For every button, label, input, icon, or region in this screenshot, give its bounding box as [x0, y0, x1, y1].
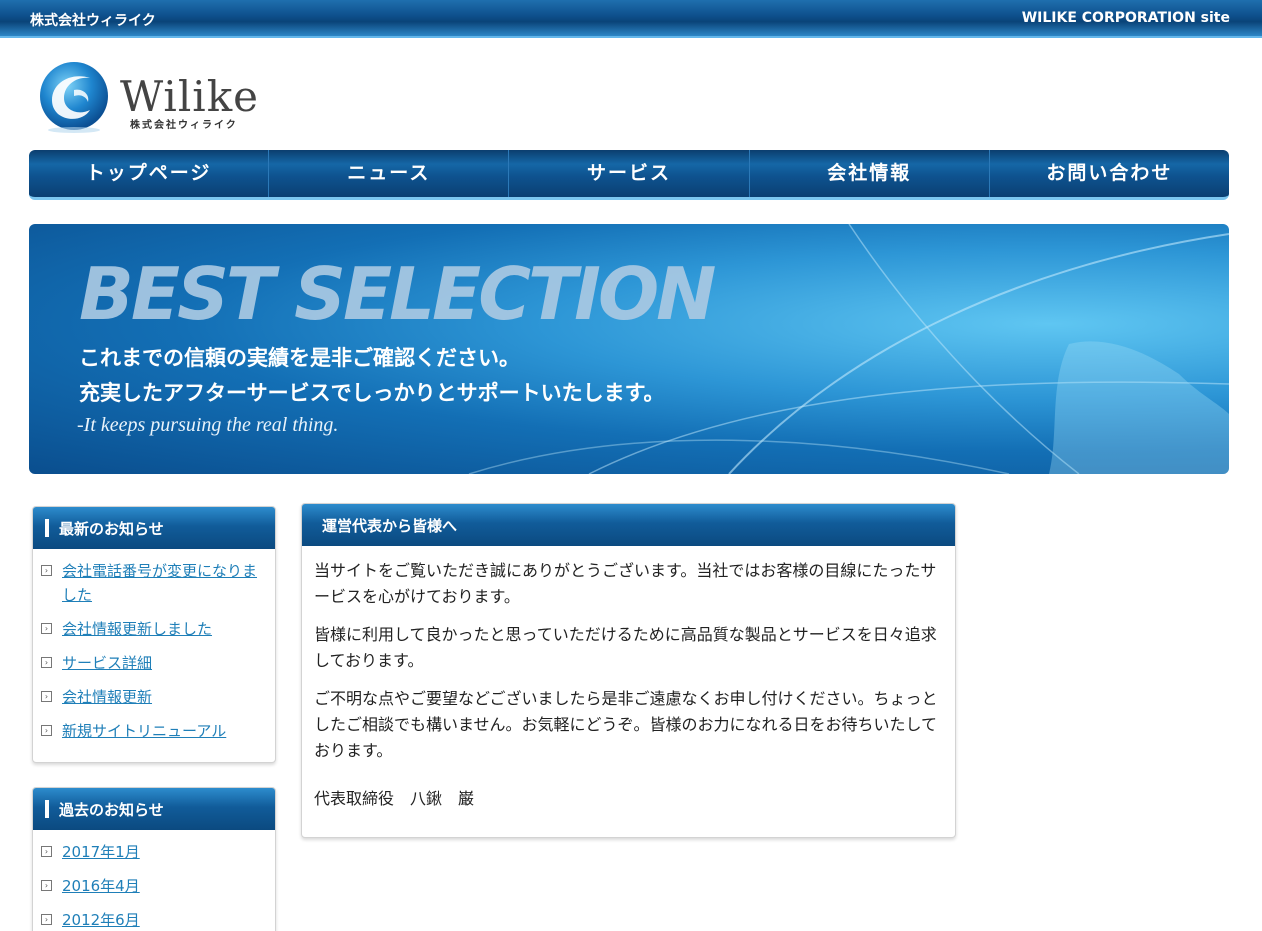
nav-item-contact[interactable]: お問い合わせ [990, 150, 1229, 197]
wilike-logo-icon [40, 62, 108, 133]
top-bar: 株式会社ウィライク WILIKE CORPORATION site [0, 0, 1262, 38]
archive-link[interactable]: 2016年4月 [62, 874, 140, 898]
message-header: 運営代表から皆様へ [302, 504, 955, 546]
site-label: WILIKE CORPORATION site [1021, 10, 1230, 26]
banner-tagline: -It keeps pursuing the real thing. [77, 414, 339, 436]
arrow-bullet-icon: › [41, 914, 52, 925]
message-box: 運営代表から皆様へ 当サイトをご覧いただき誠にありがとうございます。当社ではお客… [301, 503, 956, 838]
list-item: › 会社情報更新 [41, 685, 267, 709]
latest-news-box: 最新のお知らせ › 会社電話番号が変更になりました › 会社情報更新しました › サー… [32, 506, 276, 763]
past-news-header: 過去のお知らせ [33, 788, 275, 830]
message-paragraph-3: ご不明な点やご要望などございましたら是非ご遠慮なくお申し付けください。ちょっとし… [314, 689, 938, 760]
latest-news-title: 最新のお知らせ [59, 519, 164, 538]
latest-news-list: › 会社電話番号が変更になりました › 会社情報更新しました › サービス詳細 › 会社… [33, 549, 275, 759]
list-item: › 2017年1月 [41, 840, 267, 864]
arrow-bullet-icon: › [41, 846, 52, 857]
header-bar-icon [45, 800, 49, 818]
archive-link[interactable]: 2017年1月 [62, 840, 140, 864]
past-news-list: › 2017年1月 › 2016年4月 › 2012年6月 [33, 830, 275, 931]
header-bar-icon [45, 519, 49, 537]
arrow-bullet-icon: › [41, 691, 52, 702]
logo-subtitle: 株式会社ウィライク [130, 120, 238, 131]
arrow-bullet-icon: › [41, 623, 52, 634]
banner-line-1: これまでの信頼の実績を是非ご確認ください。 [79, 346, 520, 370]
signature: 代表取締役 八鍬 巌 [314, 789, 475, 808]
company-name: 株式会社ウィライク [30, 13, 156, 29]
list-item: › 新規サイトリニューアル [41, 719, 267, 743]
list-item: › 会社情報更新しました [41, 617, 267, 641]
main-nav: トップページ ニュース サービス 会社情報 お問い合わせ [29, 150, 1229, 200]
news-link[interactable]: 会社情報更新しました [62, 617, 212, 641]
logo[interactable]: Wilike 株式会社ウィライク [38, 60, 278, 140]
list-item: › 2016年4月 [41, 874, 267, 898]
message-paragraph-1: 当サイトをご覧いただき誠にありがとうございます。当社ではお客様の目線にたったサー… [314, 561, 937, 606]
news-link[interactable]: 会社電話番号が変更になりました [62, 559, 267, 607]
nav-item-service[interactable]: サービス [509, 150, 750, 197]
past-news-title: 過去のお知らせ [59, 800, 164, 819]
nav-item-top[interactable]: トップページ [29, 150, 270, 197]
list-item: › 会社電話番号が変更になりました [41, 559, 267, 607]
list-item: › 2012年6月 [41, 908, 267, 931]
arrow-bullet-icon: › [41, 657, 52, 668]
news-link[interactable]: サービス詳細 [62, 651, 152, 675]
news-link[interactable]: 会社情報更新 [62, 685, 152, 709]
message-paragraph-2: 皆様に利用して良かったと思っていただけるために高品質な製品とサービスを日々追求し… [314, 625, 937, 670]
hero-banner: BEST SELECTION これまでの信頼の実績を是非ご確認ください。 充実し… [29, 224, 1229, 474]
list-item: › サービス詳細 [41, 651, 267, 675]
latest-news-header: 最新のお知らせ [33, 507, 275, 549]
banner-headline: BEST SELECTION [79, 252, 716, 336]
logo-wordmark: Wilike [120, 72, 260, 121]
message-body: 当サイトをご覧いただき誠にありがとうございます。当社ではお客様の目線にたったサー… [302, 546, 955, 812]
arrow-bullet-icon: › [41, 880, 52, 891]
arrow-bullet-icon: › [41, 725, 52, 736]
banner-line-2: 充実したアフターサービスでしっかりとサポートいたします。 [79, 381, 665, 405]
past-news-box: 過去のお知らせ › 2017年1月 › 2016年4月 › 2012年6月 [32, 787, 276, 931]
message-title: 運営代表から皆様へ [322, 516, 458, 535]
arrow-bullet-icon: › [41, 565, 52, 576]
archive-link[interactable]: 2012年6月 [62, 908, 140, 931]
nav-item-company[interactable]: 会社情報 [750, 150, 990, 197]
news-link[interactable]: 新規サイトリニューアル [62, 719, 226, 743]
nav-item-news[interactable]: ニュース [269, 150, 510, 197]
